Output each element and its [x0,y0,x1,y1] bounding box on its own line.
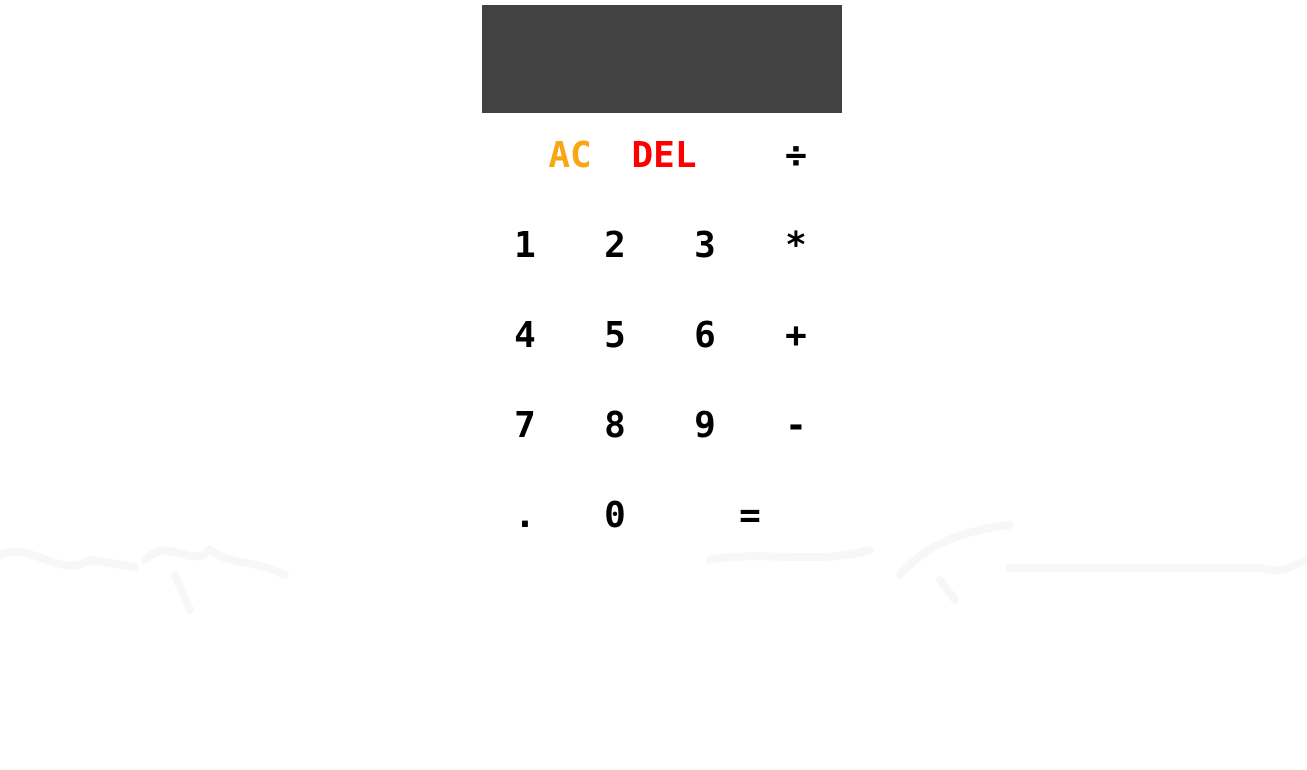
subtract-button[interactable]: - [756,391,836,461]
all-clear-button[interactable]: AC [530,121,610,191]
divide-button[interactable]: ÷ [756,121,836,191]
signature-watermark-left [0,544,289,614]
digit-1-button[interactable]: 1 [485,211,565,281]
digit-8-button[interactable]: 8 [575,391,655,461]
digit-2-button[interactable]: 2 [575,211,655,281]
multiply-button[interactable]: * [756,211,836,281]
calculator-display [482,5,842,113]
add-button[interactable]: + [756,301,836,371]
digit-5-button[interactable]: 5 [575,301,655,371]
delete-button[interactable]: DEL [624,121,704,191]
equals-button[interactable]: = [665,481,835,551]
digit-3-button[interactable]: 3 [665,211,745,281]
digit-7-button[interactable]: 7 [485,391,565,461]
digit-0-button[interactable]: 0 [575,481,655,551]
calculator-page: AC DEL ÷ 1 2 3 * 4 5 6 + 7 8 9 - . 0 = [0,0,1307,770]
digit-4-button[interactable]: 4 [485,301,565,371]
digit-9-button[interactable]: 9 [665,391,745,461]
decimal-point-button[interactable]: . [485,481,565,551]
digit-6-button[interactable]: 6 [665,301,745,371]
